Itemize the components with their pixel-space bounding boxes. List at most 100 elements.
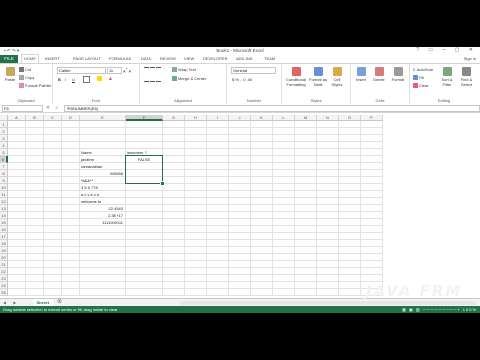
cell-e5[interactable]: Name bbox=[81, 149, 124, 156]
row-header-13[interactable]: 13 bbox=[0, 205, 8, 212]
cut-button[interactable]: Cut bbox=[19, 67, 31, 73]
bold-button[interactable]: B bbox=[58, 77, 61, 82]
tab-home[interactable]: HOME bbox=[21, 54, 39, 63]
find-select-button[interactable]: Find & Select bbox=[458, 67, 475, 87]
row-header-18[interactable]: 18 bbox=[0, 240, 8, 247]
fill-button[interactable]: Fill bbox=[413, 75, 424, 81]
column-header-j[interactable]: J bbox=[229, 115, 251, 121]
column-header-p[interactable]: P bbox=[361, 115, 383, 121]
row-header-7[interactable]: 7 bbox=[0, 163, 8, 170]
row-header-25[interactable]: 25 bbox=[0, 289, 8, 296]
sort-filter-button[interactable]: Sort & Filter bbox=[439, 67, 455, 87]
column-header-l[interactable]: L bbox=[273, 115, 295, 121]
row-header-2[interactable]: 2 bbox=[0, 128, 8, 135]
tab-insert[interactable]: INSERT bbox=[45, 55, 60, 63]
cell-e13[interactable]: 22.4543 bbox=[60, 205, 123, 212]
number-format-select[interactable]: General bbox=[231, 67, 276, 74]
font-family-select[interactable]: Calibri bbox=[57, 67, 106, 74]
horizontal-scrollbar[interactable] bbox=[180, 301, 476, 305]
sheet-nav-buttons[interactable]: ◀ ▶ ... bbox=[3, 300, 36, 305]
row-header-8[interactable]: 8 bbox=[0, 170, 8, 177]
name-box[interactable]: F6 bbox=[2, 105, 43, 112]
delete-button[interactable]: Delete bbox=[372, 67, 386, 82]
cell-e14[interactable]: 2.3E+17 bbox=[60, 212, 123, 219]
align-top-buttons[interactable] bbox=[144, 67, 162, 73]
column-header-n[interactable]: N bbox=[317, 115, 339, 121]
fill-handle[interactable] bbox=[160, 181, 165, 186]
cell-e15[interactable]: 1111000111 bbox=[60, 219, 123, 226]
wrap-text-button[interactable]: Wrap Text bbox=[172, 67, 196, 73]
row-header-12[interactable]: 12 bbox=[0, 198, 8, 205]
copy-button[interactable]: Copy bbox=[19, 75, 34, 81]
format-painter-button[interactable]: Format Painter bbox=[19, 83, 51, 89]
number-format-buttons[interactable]: $ % , .0 .00 bbox=[232, 77, 252, 82]
worksheet-grid[interactable]: A B C D E F G H I J K L M N O P 1 2 3 4 5 6 7 8 9 10 11 12 13 14 15 16 1… bbox=[0, 115, 480, 298]
row-header-15[interactable]: 15 bbox=[0, 219, 8, 226]
row-header-17[interactable]: 17 bbox=[0, 233, 8, 240]
column-header-h[interactable]: H bbox=[185, 115, 207, 121]
font-size-select[interactable]: 11 bbox=[107, 67, 122, 74]
borders-button[interactable] bbox=[83, 76, 91, 83]
cell-e9[interactable]: %&&** bbox=[81, 177, 124, 184]
paste-button[interactable]: Paste bbox=[3, 67, 17, 82]
view-zoom-controls[interactable]: ▦ ▣ ▥ ─────────+ 100% bbox=[402, 306, 477, 313]
row-header-3[interactable]: 3 bbox=[0, 135, 8, 142]
add-sheet-icon[interactable]: ⊕ bbox=[57, 299, 62, 306]
italic-button[interactable]: I bbox=[65, 77, 66, 82]
tab-developer[interactable]: DEVELOPER bbox=[203, 55, 227, 63]
row-header-19[interactable]: 19 bbox=[0, 247, 8, 254]
column-header-g[interactable]: G bbox=[163, 115, 185, 121]
row-header-20[interactable]: 20 bbox=[0, 254, 8, 261]
cell-e10[interactable]: 3 5 6 778 bbox=[81, 184, 124, 191]
conditional-formatting-button[interactable]: Conditional Formatting bbox=[284, 67, 308, 87]
font-color-button[interactable]: A bbox=[109, 76, 112, 81]
cell-e7[interactable]: ramanathan bbox=[81, 163, 124, 170]
tab-add-ins[interactable]: ADD-INS bbox=[236, 55, 252, 63]
cell-e12[interactable]: welcome to bbox=[81, 198, 124, 205]
cell-e6[interactable]: javafrm bbox=[81, 156, 124, 163]
tab-data[interactable]: DATA bbox=[141, 55, 151, 63]
insert-button[interactable]: Insert bbox=[354, 67, 368, 82]
row-header-9[interactable]: 9 bbox=[0, 177, 8, 184]
cell-styles-button[interactable]: Cell Styles bbox=[329, 67, 345, 87]
row-header-14[interactable]: 14 bbox=[0, 212, 8, 219]
column-header-b[interactable]: B bbox=[26, 115, 44, 121]
column-header-d[interactable]: D bbox=[62, 115, 80, 121]
column-header-k[interactable]: K bbox=[251, 115, 273, 121]
row-header-22[interactable]: 22 bbox=[0, 268, 8, 275]
tab-review[interactable]: REVIEW bbox=[160, 55, 176, 63]
fill-color-button[interactable] bbox=[97, 76, 103, 82]
tab-view[interactable]: VIEW bbox=[184, 55, 194, 63]
tab-file[interactable]: FILE bbox=[0, 55, 18, 63]
row-header-10[interactable]: 10 bbox=[0, 184, 8, 191]
format-button[interactable]: Format bbox=[390, 67, 406, 82]
column-header-m[interactable]: M bbox=[295, 115, 317, 121]
tab-team[interactable]: TEAM bbox=[264, 55, 275, 63]
autosum-button[interactable]: Σ AutoSum bbox=[413, 67, 433, 72]
column-header-o[interactable]: O bbox=[339, 115, 361, 121]
align-left-buttons[interactable] bbox=[144, 76, 162, 82]
cell-e8[interactable]: 345656 bbox=[60, 170, 123, 177]
window-controls[interactable]: ? ▭ – ▢ ✕ bbox=[416, 47, 477, 53]
column-header-e[interactable]: E bbox=[80, 115, 126, 121]
format-as-table-button[interactable]: Format as Table bbox=[309, 67, 327, 87]
tab-page-layout[interactable]: PAGE LAYOUT bbox=[73, 55, 101, 63]
row-header-21[interactable]: 21 bbox=[0, 261, 8, 268]
clear-button[interactable]: Clear bbox=[413, 83, 429, 89]
column-header-c[interactable]: C bbox=[44, 115, 62, 121]
row-header-5[interactable]: 5 bbox=[0, 149, 8, 156]
row-header-24[interactable]: 24 bbox=[0, 282, 8, 289]
selection-outline[interactable] bbox=[125, 155, 163, 184]
underline-button[interactable]: U bbox=[72, 77, 75, 82]
column-header-a[interactable]: A bbox=[8, 115, 26, 121]
row-header-11[interactable]: 11 bbox=[0, 191, 8, 198]
merge-center-button[interactable]: Merge & Center bbox=[172, 76, 206, 82]
row-header-4[interactable]: 4 bbox=[0, 142, 8, 149]
column-header-i[interactable]: I bbox=[207, 115, 229, 121]
cell-e11[interactable]: a c v e v e bbox=[81, 191, 124, 198]
row-header-1[interactable]: 1 bbox=[0, 121, 8, 128]
font-grow-button[interactable]: A+ A- bbox=[123, 67, 132, 73]
formula-input[interactable]: =ISNUMBER(E6) bbox=[64, 105, 480, 112]
row-header-16[interactable]: 16 bbox=[0, 226, 8, 233]
sign-in-link[interactable]: Sign in bbox=[464, 55, 476, 63]
